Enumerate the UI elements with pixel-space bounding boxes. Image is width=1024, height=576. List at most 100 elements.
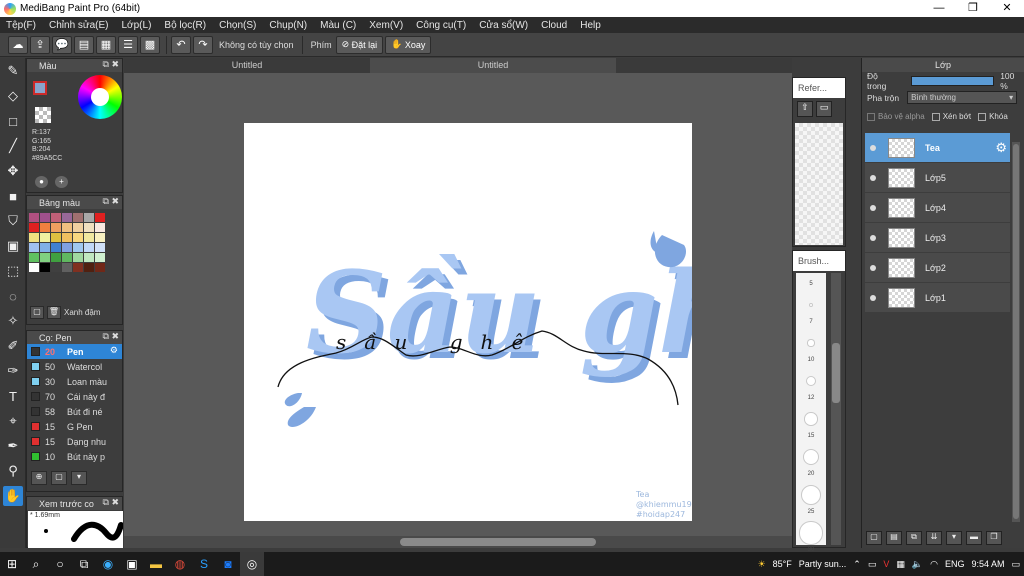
layer-copy-icon[interactable]: ❐ xyxy=(986,531,1002,545)
menu-snap[interactable]: Chụp(N) xyxy=(269,20,307,31)
task-view-icon[interactable]: ⧉ xyxy=(72,552,96,576)
lock-checkbox[interactable] xyxy=(978,112,987,121)
palette-color-swatch[interactable] xyxy=(62,233,72,242)
eyedropper-tool-icon[interactable]: ⚲ xyxy=(3,461,23,481)
palette-color-swatch[interactable] xyxy=(29,213,39,222)
brush-size-label[interactable]: 20 xyxy=(796,471,826,477)
brush-size-dot[interactable] xyxy=(805,375,817,387)
scrollbar-thumb[interactable] xyxy=(832,343,840,403)
weather-desc[interactable]: Partly sun... xyxy=(799,559,847,569)
brush-item[interactable]: 50 Watercol xyxy=(27,359,122,374)
layer-row[interactable]: Lớp4 xyxy=(865,193,1010,222)
brush-size-dot[interactable] xyxy=(804,412,818,426)
notification-icon[interactable]: ▭ xyxy=(1011,559,1020,570)
palette-color-swatch[interactable] xyxy=(62,213,72,222)
bucket-tool-icon[interactable]: ⛉ xyxy=(3,211,23,231)
palette-color-swatch[interactable] xyxy=(62,243,72,252)
rotate-button[interactable]: ✋ Xoay xyxy=(385,35,432,54)
maximize-button[interactable]: ❐ xyxy=(956,0,990,17)
brush-size-label[interactable]: 15 xyxy=(796,433,826,439)
brush-size-label[interactable]: 5 xyxy=(796,281,826,287)
palette-color-swatch[interactable] xyxy=(29,233,39,242)
visibility-icon[interactable] xyxy=(870,264,876,271)
color-wheel[interactable] xyxy=(78,75,122,119)
search-icon[interactable]: ⌕ xyxy=(24,552,48,576)
canvas-area[interactable]: Untitled Untitled Sầu ghê Sầu ghê sầu gh… xyxy=(124,58,817,548)
zalo-icon[interactable]: ◙ xyxy=(216,552,240,576)
palette-color-swatch[interactable] xyxy=(73,213,83,222)
palette-color-swatch[interactable] xyxy=(73,233,83,242)
list-icon[interactable]: ☰ xyxy=(118,35,138,54)
panel-controls-icon[interactable]: ⧉ ✖ xyxy=(103,331,119,342)
brush-item[interactable]: 58 Bút đi né xyxy=(27,404,122,419)
new-raster-layer-icon[interactable]: ▤ xyxy=(886,531,902,545)
protect-alpha-checkbox[interactable] xyxy=(867,112,875,121)
brush-item[interactable]: 20 Pen ⚙ xyxy=(27,344,122,359)
windows-start-icon[interactable]: ⊞ xyxy=(0,552,24,576)
language-indicator[interactable]: ENG xyxy=(945,559,965,569)
palette-color-swatch[interactable] xyxy=(95,223,105,232)
close-button[interactable]: ✕ xyxy=(990,0,1024,17)
palette-color-swatch[interactable] xyxy=(73,223,83,232)
palette-color-swatch[interactable] xyxy=(73,253,83,262)
palette-color-swatch[interactable] xyxy=(95,253,105,262)
brush-options-icon[interactable]: ▾ xyxy=(71,471,87,485)
transparent-color-swatch[interactable] xyxy=(35,107,51,123)
upload-reference-icon[interactable]: ⇧ xyxy=(797,101,813,117)
merge-layer-icon[interactable]: ⇊ xyxy=(926,531,942,545)
panel-controls-icon[interactable]: ⧉ ✖ xyxy=(103,497,119,508)
color-mode-icon[interactable]: ● xyxy=(35,176,48,188)
palette-color-swatch[interactable] xyxy=(29,253,39,262)
rectangle-tool-icon[interactable]: □ xyxy=(3,111,23,131)
brush-tool-icon[interactable]: ✎ xyxy=(3,61,23,81)
palette-color-swatch[interactable] xyxy=(40,223,50,232)
brush-item[interactable]: 10 Bút này p xyxy=(27,449,122,464)
antivirus-icon[interactable]: V xyxy=(883,559,889,569)
visibility-icon[interactable] xyxy=(870,144,876,151)
menu-tools[interactable]: Công cụ(T) xyxy=(416,20,466,31)
palette-color-swatch[interactable] xyxy=(84,253,94,262)
add-layer-dropdown-icon[interactable]: ▾ xyxy=(946,531,962,545)
panel-controls-icon[interactable]: ⧉ ✖ xyxy=(103,196,119,207)
brush-size-dot[interactable] xyxy=(807,339,815,347)
duplicate-layer-icon[interactable]: ⧉ xyxy=(906,531,922,545)
palette-color-swatch[interactable] xyxy=(95,243,105,252)
brush-item[interactable]: 15 Dạng nhu xyxy=(27,434,122,449)
move-tool-icon[interactable]: ✥ xyxy=(3,161,23,181)
select-tool-icon[interactable]: ⬚ xyxy=(3,261,23,281)
shape-tool-icon[interactable]: ■ xyxy=(3,186,23,206)
palette-color-swatch[interactable] xyxy=(40,253,50,262)
grid-icon[interactable]: ▩ xyxy=(140,35,160,54)
menu-layer[interactable]: Lớp(L) xyxy=(122,20,152,31)
tab-untitled-1[interactable]: Untitled xyxy=(124,58,370,73)
layer-row[interactable]: Lớp1 xyxy=(865,283,1010,312)
tray-chevron-icon[interactable]: ⌃ xyxy=(853,559,861,570)
visibility-icon[interactable] xyxy=(870,234,876,241)
operation-tool-icon[interactable]: ⌖ xyxy=(3,411,23,431)
brush-size-dot[interactable] xyxy=(801,485,821,505)
store-icon[interactable]: ▣ xyxy=(120,552,144,576)
palette-color-swatch[interactable] xyxy=(40,263,50,272)
blend-mode-select[interactable]: Bình thường ▾ xyxy=(907,91,1018,104)
palette-color-swatch[interactable] xyxy=(95,213,105,222)
palette-color-swatch[interactable] xyxy=(62,223,72,232)
palette-color-swatch[interactable] xyxy=(51,243,61,252)
page-icon[interactable]: ▦ xyxy=(96,35,116,54)
minimize-button[interactable]: — xyxy=(922,0,956,17)
lasso-tool-icon[interactable]: ◌ xyxy=(3,286,23,306)
palette-color-swatch[interactable] xyxy=(51,213,61,222)
gear-icon[interactable]: ⚙ xyxy=(995,140,1007,156)
palette-color-swatch[interactable] xyxy=(73,263,83,272)
menu-window[interactable]: Cửa sổ(W) xyxy=(479,20,528,31)
chat-icon[interactable]: ▤ xyxy=(74,35,94,54)
add-brush-icon[interactable]: ⊕ xyxy=(31,471,47,485)
volume-icon[interactable]: 🔈 xyxy=(912,559,923,570)
select-pen-tool-icon[interactable]: ✐ xyxy=(3,336,23,356)
brush-size-dot[interactable] xyxy=(799,521,823,545)
chrome-icon[interactable]: ◍ xyxy=(168,552,192,576)
brush-size-label[interactable]: 25 xyxy=(796,509,826,515)
skype-icon[interactable]: S xyxy=(192,552,216,576)
gear-icon[interactable]: ⚙ xyxy=(110,345,118,356)
file-explorer-icon[interactable]: ▬ xyxy=(144,552,168,576)
cortana-icon[interactable]: ○ xyxy=(48,552,72,576)
